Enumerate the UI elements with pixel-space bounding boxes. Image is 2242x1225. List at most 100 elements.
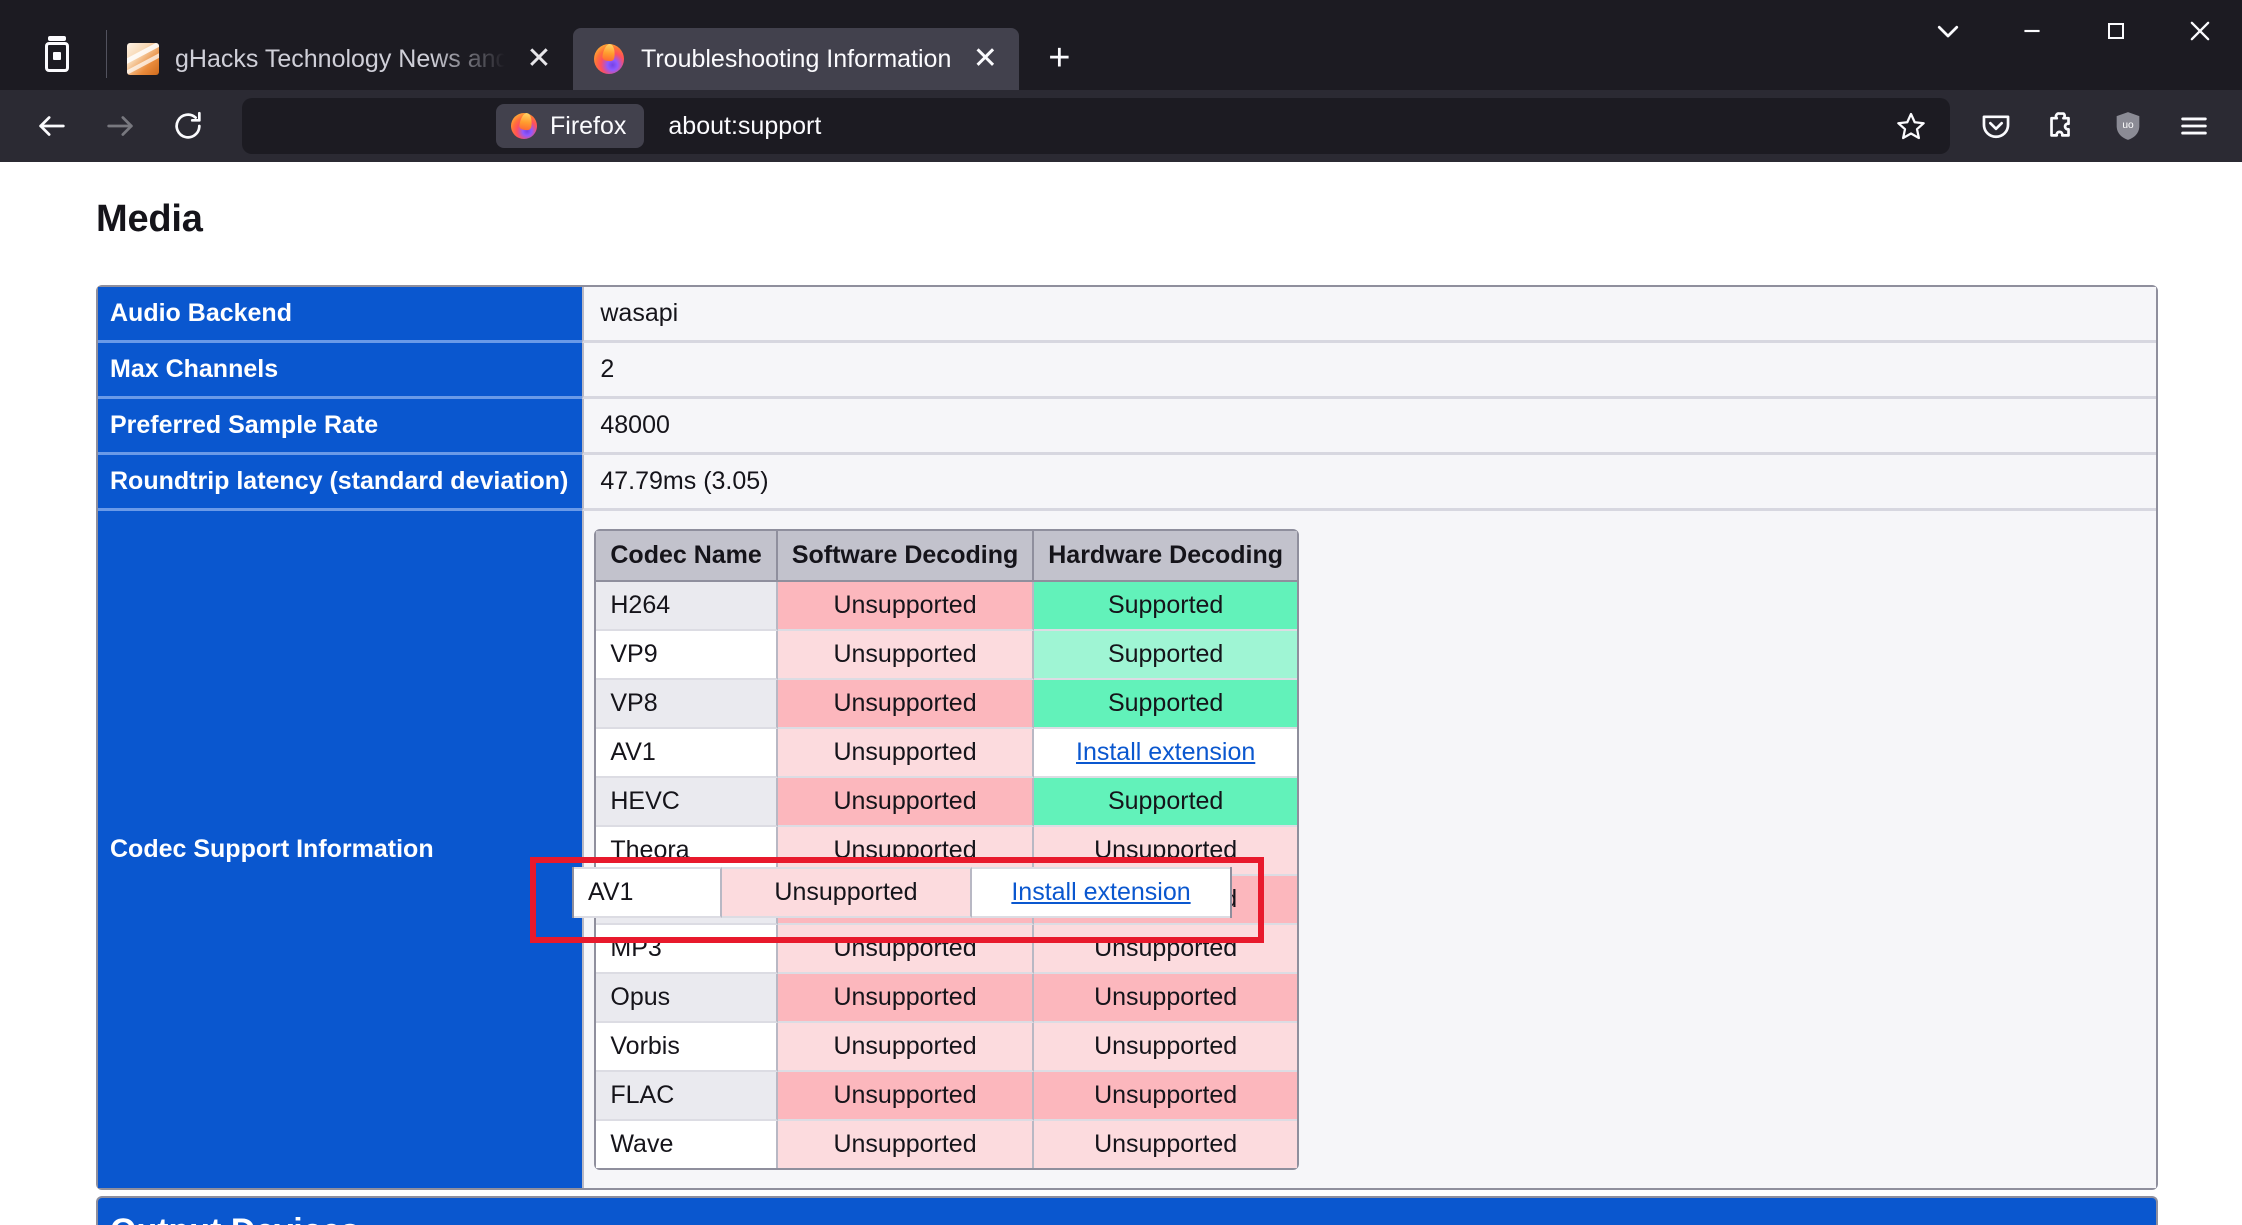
codec-name-cell: Opus bbox=[596, 974, 778, 1023]
install-extension-link[interactable]: Install extension bbox=[1011, 878, 1190, 906]
codec-name-cell: AV1 bbox=[596, 729, 778, 778]
back-button[interactable] bbox=[24, 98, 80, 154]
table-row: Preferred Sample Rate 48000 bbox=[98, 399, 2156, 455]
software-decoding-cell: Unsupported bbox=[722, 867, 972, 918]
ghacks-favicon-icon bbox=[127, 43, 159, 75]
table-row: H264 Unsupported Supported bbox=[596, 582, 1298, 631]
svg-text:uo: uo bbox=[2122, 120, 2134, 131]
tab-title: gHacks Technology News and A bbox=[175, 44, 505, 73]
row-label: Preferred Sample Rate bbox=[98, 399, 583, 455]
list-all-tabs-button[interactable] bbox=[1906, 0, 1990, 62]
hardware-decoding-cell: Unsupported bbox=[1034, 1121, 1298, 1168]
software-decoding-cell: Unsupported bbox=[777, 1072, 1035, 1121]
media-info-table: Audio Backend wasapi Max Channels 2 Pref… bbox=[96, 285, 2158, 1190]
codec-name-cell: AV1 bbox=[574, 867, 722, 918]
table-row: AV1 Unsupported Install extension bbox=[574, 867, 1230, 918]
maximize-button[interactable] bbox=[2074, 0, 2158, 62]
navigation-toolbar: Firefox about:support uo bbox=[0, 90, 2242, 162]
media-table-body: Audio Backend wasapi Max Channels 2 Pref… bbox=[98, 287, 2156, 1188]
hardware-decoding-cell[interactable]: Install extension bbox=[1034, 729, 1298, 778]
hardware-decoding-cell[interactable]: Install extension bbox=[972, 867, 1230, 918]
codec-name-cell: H264 bbox=[596, 582, 778, 631]
row-label: Roundtrip latency (standard deviation) bbox=[98, 455, 583, 511]
hardware-decoding-cell: Supported bbox=[1034, 631, 1298, 680]
application-menu-icon[interactable] bbox=[2164, 98, 2224, 154]
new-tab-button[interactable]: + bbox=[1033, 32, 1085, 84]
tab-strip: gHacks Technology News and A ✕ Troublesh… bbox=[0, 0, 2242, 90]
codec-name-cell: MP3 bbox=[596, 925, 778, 974]
page-content: Media Audio Backend wasapi Max Channels … bbox=[0, 162, 2242, 1225]
window-controls bbox=[1906, 0, 2242, 62]
codec-name-cell: Vorbis bbox=[596, 1023, 778, 1072]
tab-close-button[interactable]: ✕ bbox=[519, 39, 559, 79]
hardware-decoding-cell: Supported bbox=[1034, 582, 1298, 631]
column-header-codec-name: Codec Name bbox=[596, 531, 778, 582]
toolbar-icons: uo bbox=[1966, 98, 2224, 154]
codec-support-table: Codec Name Software Decoding Hardware De… bbox=[594, 529, 1300, 1170]
hardware-decoding-cell: Unsupported bbox=[1034, 1023, 1298, 1072]
row-value-codec-table: Codec Name Software Decoding Hardware De… bbox=[582, 511, 2156, 1188]
software-decoding-cell: Unsupported bbox=[777, 778, 1035, 827]
column-header-hardware-decoding: Hardware Decoding bbox=[1034, 531, 1298, 582]
extensions-icon[interactable] bbox=[2032, 98, 2092, 154]
tab-close-button[interactable]: ✕ bbox=[965, 39, 1005, 79]
table-row: MP3 Unsupported Unsupported bbox=[596, 925, 1298, 974]
codec-table-header-row: Codec Name Software Decoding Hardware De… bbox=[596, 531, 1298, 582]
firefox-view-icon bbox=[42, 36, 72, 72]
table-row: AV1 Unsupported Install extension bbox=[596, 729, 1298, 778]
codec-name-cell: VP8 bbox=[596, 680, 778, 729]
pocket-icon[interactable] bbox=[1966, 98, 2026, 154]
table-row-codec-support: Codec Support Information Codec Name Sof… bbox=[98, 511, 2156, 1188]
software-decoding-cell: Unsupported bbox=[777, 1121, 1035, 1168]
reload-button[interactable] bbox=[160, 98, 216, 154]
software-decoding-cell: Unsupported bbox=[777, 1023, 1035, 1072]
software-decoding-cell: Unsupported bbox=[777, 974, 1035, 1023]
hardware-decoding-cell: Unsupported bbox=[1034, 1072, 1298, 1121]
row-value: wasapi bbox=[582, 287, 2156, 343]
table-row: Vorbis Unsupported Unsupported bbox=[596, 1023, 1298, 1072]
software-decoding-cell: Unsupported bbox=[777, 582, 1035, 631]
row-label: Codec Support Information bbox=[98, 511, 583, 1188]
firefox-favicon-icon bbox=[593, 43, 625, 75]
url-bar[interactable]: Firefox about:support bbox=[242, 98, 1950, 154]
table-row: Wave Unsupported Unsupported bbox=[596, 1121, 1298, 1168]
row-label: Audio Backend bbox=[98, 287, 583, 343]
ublock-origin-icon[interactable]: uo bbox=[2098, 98, 2158, 154]
output-devices-section-header: Output Devices bbox=[96, 1196, 2158, 1225]
hardware-decoding-cell: Supported bbox=[1034, 680, 1298, 729]
close-button[interactable] bbox=[2158, 0, 2242, 62]
hardware-decoding-cell: Supported bbox=[1034, 778, 1298, 827]
about-support-body: Media Audio Backend wasapi Max Channels … bbox=[0, 162, 2242, 1225]
table-row: Roundtrip latency (standard deviation) 4… bbox=[98, 455, 2156, 511]
firefox-view-button[interactable] bbox=[24, 23, 90, 85]
tab-title: Troubleshooting Information bbox=[641, 44, 952, 73]
row-value: 2 bbox=[582, 343, 2156, 399]
table-row: HEVC Unsupported Supported bbox=[596, 778, 1298, 827]
table-row: VP8 Unsupported Supported bbox=[596, 680, 1298, 729]
row-value: 48000 bbox=[582, 399, 2156, 455]
tab-ghacks[interactable]: gHacks Technology News and A ✕ bbox=[107, 28, 573, 90]
av1-row-overlay: AV1 Unsupported Install extension bbox=[572, 867, 1232, 918]
codec-name-cell: VP9 bbox=[596, 631, 778, 680]
column-header-software-decoding: Software Decoding bbox=[777, 531, 1035, 582]
tab-troubleshooting-information[interactable]: Troubleshooting Information ✕ bbox=[573, 28, 1020, 90]
table-row: Max Channels 2 bbox=[98, 343, 2156, 399]
row-label: Max Channels bbox=[98, 343, 583, 399]
codec-name-cell: HEVC bbox=[596, 778, 778, 827]
browser-window: gHacks Technology News and A ✕ Troublesh… bbox=[0, 0, 2242, 1225]
minimize-button[interactable] bbox=[1990, 0, 2074, 62]
codec-table-head: Codec Name Software Decoding Hardware De… bbox=[596, 531, 1298, 582]
forward-button[interactable] bbox=[92, 98, 148, 154]
software-decoding-cell: Unsupported bbox=[777, 680, 1035, 729]
identity-chip-label: Firefox bbox=[550, 111, 627, 140]
bookmark-star-icon[interactable] bbox=[1884, 101, 1938, 151]
codec-name-cell: Wave bbox=[596, 1121, 778, 1168]
table-row: Opus Unsupported Unsupported bbox=[596, 974, 1298, 1023]
install-extension-link[interactable]: Install extension bbox=[1076, 738, 1255, 766]
section-title-output-devices: Output Devices bbox=[110, 1212, 359, 1225]
page-title: Media bbox=[96, 198, 203, 240]
software-decoding-cell: Unsupported bbox=[777, 925, 1035, 974]
table-row: VP9 Unsupported Supported bbox=[596, 631, 1298, 680]
url-input[interactable]: about:support bbox=[668, 112, 1884, 141]
identity-chip[interactable]: Firefox bbox=[496, 104, 645, 148]
